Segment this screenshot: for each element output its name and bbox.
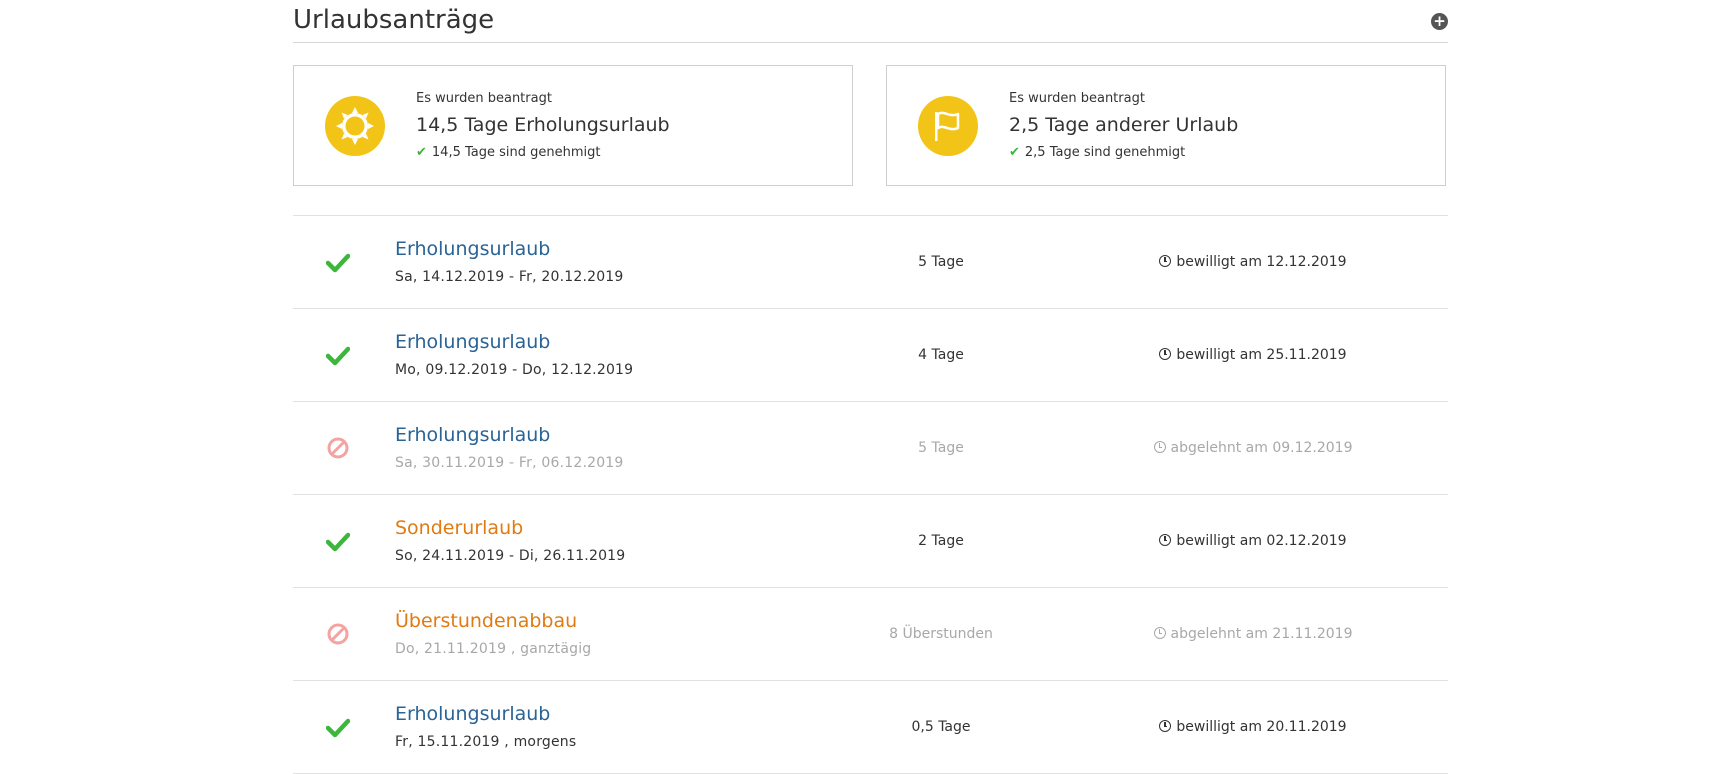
request-decision: abgelehnt am 21.11.2019 <box>1133 626 1373 642</box>
request-amount: 4 Tage <box>918 347 964 363</box>
add-request-button[interactable]: + <box>1431 13 1448 30</box>
request-decision-label: abgelehnt am 21.11.2019 <box>1170 626 1353 642</box>
request-dates: Sa, 14.12.2019 - Fr, 20.12.2019 <box>395 269 624 285</box>
request-decision: bewilligt am 25.11.2019 <box>1133 347 1373 363</box>
summary-section: Es wurden beantragt 14,5 Tage Erholungsu… <box>293 43 1448 216</box>
summary-card-recreation: Es wurden beantragt 14,5 Tage Erholungsu… <box>293 65 853 186</box>
request-row[interactable]: Erholungsurlaub Fr, 15.11.2019 , morgens… <box>293 681 1448 774</box>
request-amount: 5 Tage <box>918 254 964 270</box>
request-dates: Mo, 09.12.2019 - Do, 12.12.2019 <box>395 362 634 378</box>
check-icon: ✔ <box>416 145 427 160</box>
request-decision-label: abgelehnt am 09.12.2019 <box>1170 440 1353 456</box>
summary-approved: ✔ 14,5 Tage sind genehmigt <box>416 145 670 160</box>
clock-icon <box>1159 534 1172 546</box>
summary-approved: ✔ 2,5 Tage sind genehmigt <box>1009 145 1238 160</box>
check-icon <box>326 718 350 738</box>
request-amount: 2 Tage <box>918 533 964 549</box>
request-amount: 8 Überstunden <box>889 626 993 642</box>
request-decision: bewilligt am 20.11.2019 <box>1133 719 1373 735</box>
vacation-requests-panel: Urlaubsanträge + Es wurden beantragt 14,… <box>293 0 1448 774</box>
request-type-link[interactable]: Sonderurlaub <box>395 517 523 539</box>
request-decision: bewilligt am 12.12.2019 <box>1133 254 1373 270</box>
plus-circle-icon: + <box>1433 12 1446 30</box>
request-row[interactable]: Erholungsurlaub Sa, 14.12.2019 - Fr, 20.… <box>293 216 1448 309</box>
clock-icon <box>1153 441 1166 453</box>
request-list: Erholungsurlaub Sa, 14.12.2019 - Fr, 20.… <box>293 216 1448 774</box>
request-dates: Fr, 15.11.2019 , morgens <box>395 734 577 750</box>
request-row[interactable]: Erholungsurlaub Mo, 09.12.2019 - Do, 12.… <box>293 309 1448 402</box>
page-header: Urlaubsanträge + <box>293 0 1448 43</box>
summary-approved-label: 14,5 Tage sind genehmigt <box>431 145 601 160</box>
ban-icon <box>327 437 349 459</box>
ban-icon <box>327 623 349 645</box>
request-type-link[interactable]: Überstundenabbau <box>395 610 577 632</box>
request-row[interactable]: Sonderurlaub So, 24.11.2019 - Di, 26.11.… <box>293 495 1448 588</box>
request-decision-label: bewilligt am 02.12.2019 <box>1176 533 1347 549</box>
clock-icon <box>1159 255 1172 267</box>
summary-approved-label: 2,5 Tage sind genehmigt <box>1024 145 1186 160</box>
clock-icon <box>1159 720 1172 732</box>
sun-icon <box>325 96 385 156</box>
request-type-link[interactable]: Erholungsurlaub <box>395 238 550 260</box>
check-icon <box>326 253 350 273</box>
check-icon <box>326 346 350 366</box>
request-row[interactable]: Erholungsurlaub Sa, 30.11.2019 - Fr, 06.… <box>293 402 1448 495</box>
request-dates: So, 24.11.2019 - Di, 26.11.2019 <box>395 548 626 564</box>
summary-subtitle: Es wurden beantragt <box>1009 91 1145 106</box>
request-decision: bewilligt am 02.12.2019 <box>1133 533 1373 549</box>
request-decision-label: bewilligt am 25.11.2019 <box>1176 347 1347 363</box>
summary-main: 2,5 Tage anderer Urlaub <box>1009 114 1239 136</box>
clock-icon <box>1159 348 1172 360</box>
request-decision-label: bewilligt am 12.12.2019 <box>1176 254 1347 270</box>
check-icon <box>326 532 350 552</box>
summary-card-other: Es wurden beantragt 2,5 Tage anderer Url… <box>886 65 1446 186</box>
clock-icon <box>1153 627 1166 639</box>
summary-subtitle: Es wurden beantragt <box>416 91 552 106</box>
request-dates: Do, 21.11.2019 , ganztägig <box>395 641 592 657</box>
request-type-link[interactable]: Erholungsurlaub <box>395 703 550 725</box>
request-row[interactable]: Überstundenabbau Do, 21.11.2019 , ganztä… <box>293 588 1448 681</box>
request-dates: Sa, 30.11.2019 - Fr, 06.12.2019 <box>395 455 624 471</box>
request-type-link[interactable]: Erholungsurlaub <box>395 424 550 446</box>
flag-icon <box>918 96 978 156</box>
summary-main: 14,5 Tage Erholungsurlaub <box>416 114 670 136</box>
request-type-link[interactable]: Erholungsurlaub <box>395 331 550 353</box>
request-amount: 0,5 Tage <box>911 719 971 735</box>
page-title: Urlaubsanträge <box>293 5 495 35</box>
check-icon: ✔ <box>1009 145 1020 160</box>
request-decision-label: bewilligt am 20.11.2019 <box>1176 719 1347 735</box>
request-amount: 5 Tage <box>918 440 964 456</box>
request-decision: abgelehnt am 09.12.2019 <box>1133 440 1373 456</box>
